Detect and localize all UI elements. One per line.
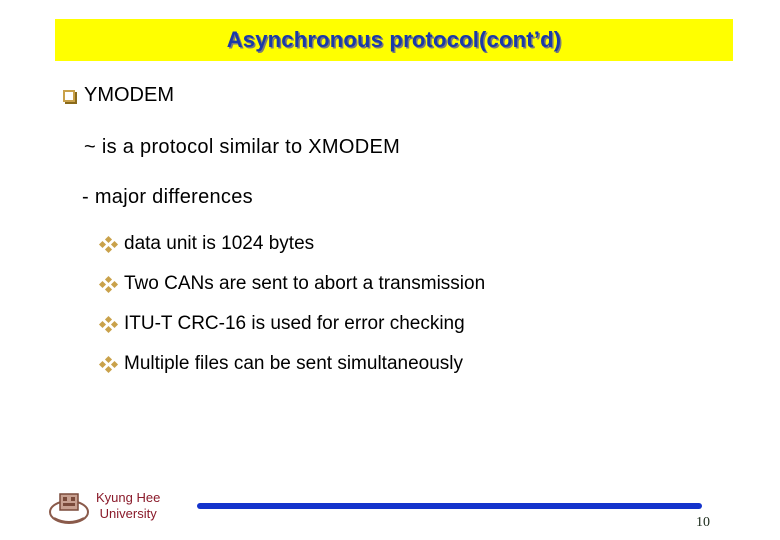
- university-logo-icon: [49, 493, 89, 524]
- list-item: Multiple files can be sent simultaneousl…: [98, 353, 464, 375]
- diamond-bullet-icon: [98, 355, 119, 374]
- title-bar: Asynchronous protocol(cont’d): [55, 19, 733, 61]
- list-item-text: data unit is 1024 bytes: [124, 233, 315, 254]
- square-bullet-icon: [63, 89, 75, 102]
- differences-label: - major differences: [82, 186, 253, 208]
- list-item: Two CANs are sent to abort a transmissio…: [98, 273, 486, 295]
- page-number: 10: [696, 515, 710, 530]
- diamond-bullet-icon: [98, 235, 119, 254]
- list-item: data unit is 1024 bytes: [98, 233, 315, 255]
- university-name: Kyung Hee University: [96, 490, 160, 522]
- main-heading: YMODEM: [63, 84, 174, 107]
- slide-title: Asynchronous protocol(cont’d): [226, 27, 562, 52]
- university-line-2: University: [99, 506, 157, 521]
- footer-divider: [197, 503, 702, 509]
- diamond-bullet-icon: [98, 275, 119, 294]
- university-line-1: Kyung Hee: [96, 490, 161, 505]
- description-line: ~ is a protocol similar to XMODEM: [84, 136, 401, 158]
- list-item-text: Multiple files can be sent simultaneousl…: [124, 353, 464, 374]
- list-item-text: Two CANs are sent to abort a transmissio…: [124, 273, 486, 294]
- list-item-text: ITU-T CRC-16 is used for error checking: [124, 313, 465, 334]
- heading-text: YMODEM: [84, 84, 174, 106]
- list-item: ITU-T CRC-16 is used for error checking: [98, 313, 465, 335]
- diamond-bullet-icon: [98, 315, 119, 334]
